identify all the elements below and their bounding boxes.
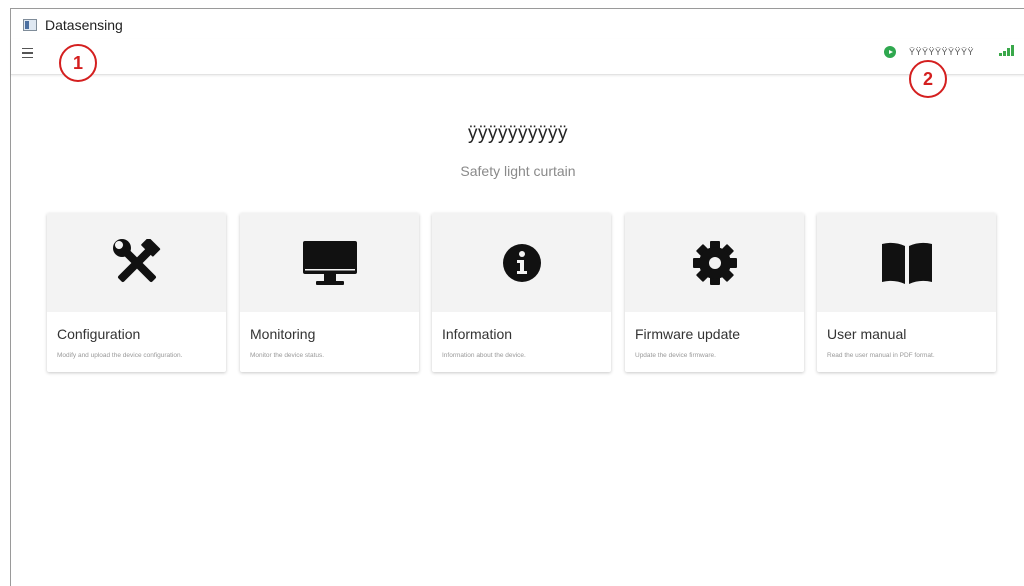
monitor-icon	[302, 240, 357, 285]
card-media	[817, 213, 996, 312]
configuration-card[interactable]: Configuration Modify and upload the devi…	[47, 213, 226, 372]
callout-marker-2: 2	[909, 60, 947, 98]
gear-icon	[692, 240, 737, 285]
card-description: Modify and upload the device configurati…	[57, 352, 183, 359]
card-title: Configuration	[57, 326, 141, 342]
card-description: Read the user manual in PDF format.	[827, 352, 935, 359]
info-icon	[502, 243, 541, 282]
app-window: Datasensing ŸŸŸŸŸŸŸŸŸŸ ÿÿÿÿÿÿÿÿÿÿ Safety…	[10, 8, 1024, 586]
card-media	[625, 213, 804, 312]
card-description: Monitor the device status.	[250, 352, 325, 359]
card-description: Information about the device.	[442, 352, 526, 359]
card-media	[47, 213, 226, 312]
card-title: User manual	[827, 326, 907, 342]
window-titlebar: Datasensing	[23, 15, 123, 35]
connection-status-icon	[884, 46, 896, 58]
signal-bars-icon	[999, 44, 1015, 56]
card-media	[240, 213, 419, 312]
firmware-update-card[interactable]: Firmware update Update the device firmwa…	[625, 213, 804, 372]
app-icon	[23, 19, 37, 31]
device-name: ÿÿÿÿÿÿÿÿÿÿ	[468, 123, 568, 144]
device-code: ŸŸŸŸŸŸŸŸŸŸ	[909, 47, 975, 57]
hamburger-menu-icon[interactable]	[15, 43, 39, 63]
tools-icon	[112, 238, 160, 282]
information-card[interactable]: Information Information about the device…	[432, 213, 611, 372]
card-media	[432, 213, 611, 312]
card-description: Update the device firmware.	[635, 352, 716, 359]
card-title: Information	[442, 326, 513, 342]
book-icon	[881, 242, 932, 284]
callout-marker-1: 1	[59, 44, 97, 82]
monitoring-card[interactable]: Monitoring Monitor the device status.	[240, 213, 419, 372]
user-manual-card[interactable]: User manual Read the user manual in PDF …	[817, 213, 996, 372]
app-toolbar: ŸŸŸŸŸŸŸŸŸŸ	[11, 39, 1024, 75]
window-title: Datasensing	[45, 17, 123, 33]
card-title: Monitoring	[250, 326, 316, 342]
card-title: Firmware update	[635, 326, 741, 342]
device-type: Safety light curtain	[460, 163, 576, 179]
